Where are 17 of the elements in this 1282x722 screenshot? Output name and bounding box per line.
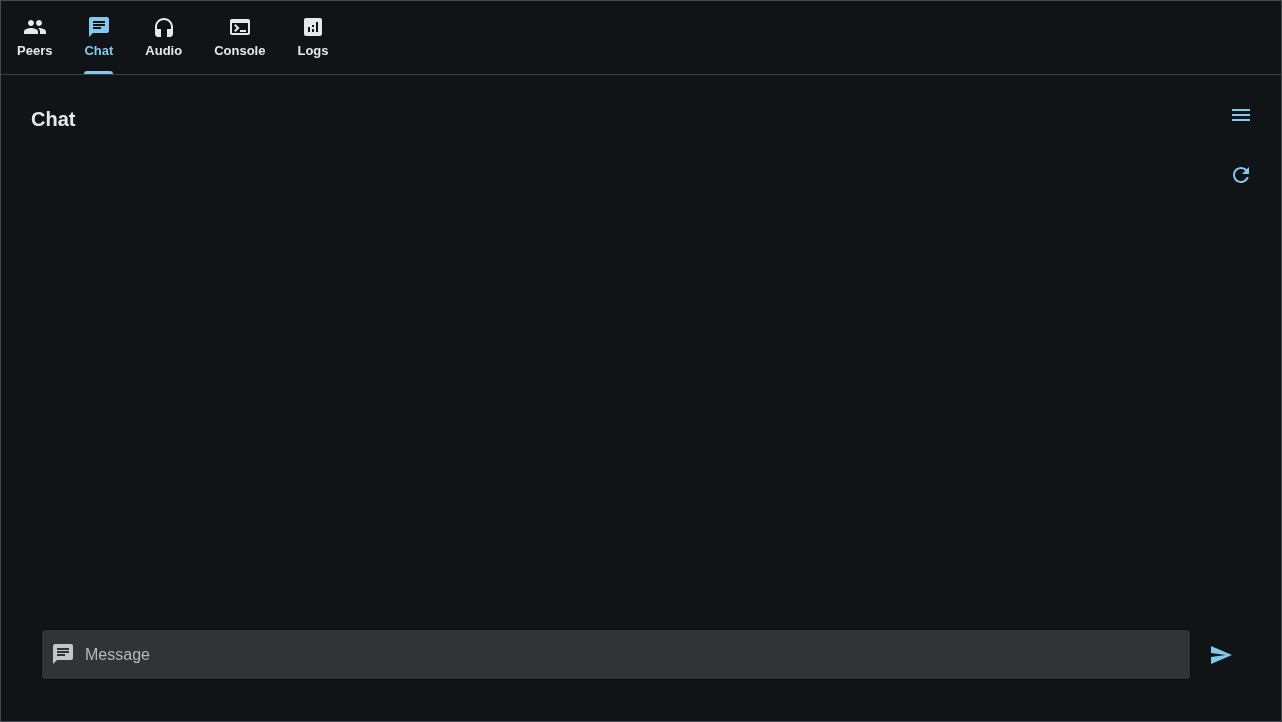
nav-tab[interactable]: Audio [129, 1, 199, 74]
nav-tab[interactable]: Console [198, 1, 282, 74]
chat-bubble-icon [53, 644, 73, 664]
tab-indicator [84, 71, 114, 74]
bar-chart-icon [303, 18, 322, 36]
chat-bubble-icon [88, 17, 109, 37]
page-title: Chat [31, 107, 76, 131]
nav-tab[interactable]: Logs [281, 1, 345, 74]
nav-tab[interactable]: Peers [1, 1, 69, 74]
send-icon [1210, 645, 1232, 664]
refresh-icon [1233, 167, 1249, 183]
terminal-icon [229, 19, 250, 35]
menu-icon [1232, 109, 1250, 121]
nav-tab[interactable]: Chat [68, 1, 130, 74]
headphones-icon [154, 17, 173, 37]
people-icon [23, 20, 46, 34]
message-field[interactable]: Message [41, 629, 1191, 680]
